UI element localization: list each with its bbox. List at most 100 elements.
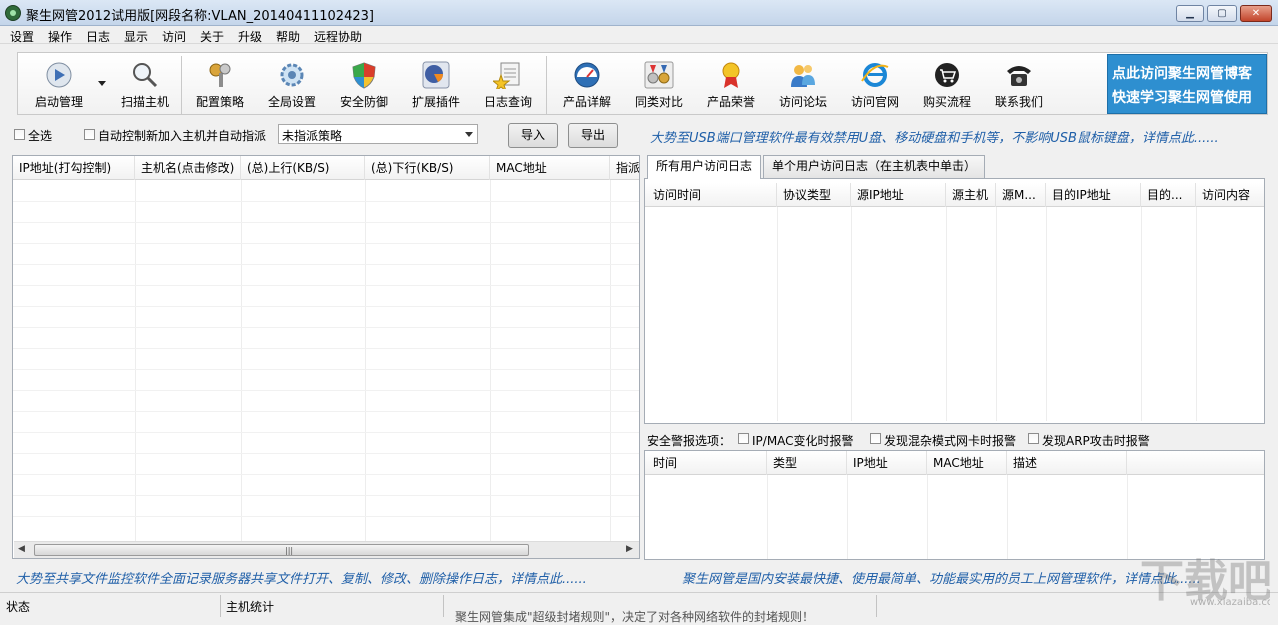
shield-icon bbox=[352, 62, 376, 89]
grid-line bbox=[13, 411, 639, 412]
col-ip-address[interactable]: IP地址(打勾控制) bbox=[13, 156, 135, 180]
grid-line bbox=[13, 243, 639, 244]
auto-control-checkbox[interactable] bbox=[84, 129, 95, 140]
col-alarm-ip[interactable]: IP地址 bbox=[847, 451, 927, 475]
col-dest-port[interactable]: 目的... bbox=[1141, 183, 1196, 207]
scroll-right-icon[interactable]: ▶ bbox=[626, 544, 633, 554]
col-access-content[interactable]: 访问内容 bbox=[1196, 183, 1264, 207]
product-honors-button[interactable]: 产品荣誉 bbox=[700, 59, 762, 113]
col-assign[interactable]: 指派 bbox=[610, 156, 639, 180]
ip-mac-change-checkbox[interactable] bbox=[738, 433, 749, 444]
grid-line bbox=[1007, 475, 1008, 559]
usb-promo-link[interactable]: 大势至USB端口管理软件最有效禁用U盘、移动硬盘和手机等，不影响USB鼠标键盘，… bbox=[650, 127, 1219, 146]
grid-line bbox=[13, 516, 639, 517]
col-alarm-mac[interactable]: MAC地址 bbox=[927, 451, 1007, 475]
menu-access[interactable]: 访问 bbox=[162, 28, 186, 45]
grid-line bbox=[490, 180, 491, 542]
grid-line bbox=[365, 180, 366, 542]
start-management-button[interactable]: 启动管理 bbox=[28, 59, 90, 113]
users-icon bbox=[791, 65, 815, 87]
dropdown-arrow-icon[interactable] bbox=[98, 81, 106, 86]
promo-line-2: 快速学习聚生网管使用 bbox=[1112, 90, 1252, 106]
scrollbar-thumb[interactable]: ||| bbox=[34, 544, 529, 556]
col-upload[interactable]: (总)上行(KB/S) bbox=[241, 156, 365, 180]
plugin-icon bbox=[422, 61, 450, 89]
menu-about[interactable]: 关于 bbox=[200, 28, 224, 45]
status-separator bbox=[443, 595, 444, 617]
col-protocol[interactable]: 协议类型 bbox=[777, 183, 851, 207]
col-mac-address[interactable]: MAC地址 bbox=[490, 156, 610, 180]
grid-line bbox=[946, 207, 947, 421]
visit-website-button[interactable]: 访问官网 bbox=[844, 59, 906, 113]
visit-website-label: 访问官网 bbox=[850, 95, 899, 109]
col-source-host[interactable]: 源主机 bbox=[946, 183, 996, 207]
select-all-label: 全选 bbox=[28, 129, 53, 143]
menu-display[interactable]: 显示 bbox=[124, 28, 148, 45]
contact-us-button[interactable]: 联系我们 bbox=[988, 59, 1050, 113]
log-query-button[interactable]: 日志查询 bbox=[478, 59, 538, 113]
status-bar: 状态 主机统计 聚生网管集成"超级封堵规则"，决定了对各种网络软件的封堵规则！ bbox=[0, 592, 1278, 624]
tab-all-users-log[interactable]: 所有用户访问日志 bbox=[647, 155, 762, 179]
magnifier-icon bbox=[133, 63, 158, 88]
menu-operation[interactable]: 操作 bbox=[48, 28, 72, 45]
window-title: 聚生网管2012试用版[网段名称:VLAN_20140411102423] bbox=[26, 9, 374, 24]
import-button[interactable]: 导入 bbox=[508, 123, 558, 148]
visit-forum-label: 访问论坛 bbox=[778, 95, 827, 109]
scroll-left-icon[interactable]: ◀ bbox=[18, 544, 25, 554]
security-defense-button[interactable]: 安全防御 bbox=[334, 59, 394, 113]
col-alarm-description[interactable]: 描述 bbox=[1007, 451, 1127, 475]
col-alarm-time[interactable]: 时间 bbox=[647, 451, 767, 475]
grid-line bbox=[847, 475, 848, 559]
col-hostname[interactable]: 主机名(点击修改) bbox=[135, 156, 241, 180]
watermark-logo: 下载吧 www.xiazaiba.com bbox=[1140, 545, 1270, 615]
menu-remote-assist[interactable]: 远程协助 bbox=[314, 28, 362, 45]
select-all-checkbox[interactable] bbox=[14, 129, 25, 140]
grid-line bbox=[927, 475, 928, 559]
tab-single-user-log[interactable]: 单个用户访问日志（在主机表中单击） bbox=[763, 155, 986, 178]
minimize-button[interactable]: ▁ bbox=[1176, 5, 1204, 22]
start-management-label: 启动管理 bbox=[34, 95, 83, 109]
auto-control-label: 自动控制新加入主机并自动指派 bbox=[98, 129, 267, 143]
arp-attack-checkbox[interactable] bbox=[1028, 433, 1039, 444]
export-button[interactable]: 导出 bbox=[568, 123, 618, 148]
status-separator bbox=[876, 595, 877, 617]
status-separator bbox=[220, 595, 221, 617]
grid-line bbox=[1196, 207, 1197, 421]
extension-plugins-button[interactable]: 扩展插件 bbox=[406, 59, 466, 113]
product-promo-link[interactable]: 聚生网管是国内安装最快捷、使用最简单、功能最实用的员工上网管理软件，详情点此..… bbox=[682, 568, 1201, 587]
menu-upgrade[interactable]: 升级 bbox=[238, 28, 262, 45]
comparison-button[interactable]: 同类对比 bbox=[628, 59, 690, 113]
col-dest-ip[interactable]: 目的IP地址 bbox=[1046, 183, 1141, 207]
promiscuous-nic-checkbox[interactable] bbox=[870, 433, 881, 444]
policy-select[interactable]: 未指派策略 bbox=[278, 124, 478, 144]
grid-line bbox=[13, 369, 639, 370]
visit-forum-button[interactable]: 访问论坛 bbox=[772, 59, 834, 113]
col-source-mac[interactable]: 源M... bbox=[996, 183, 1046, 207]
col-source-ip[interactable]: 源IP地址 bbox=[851, 183, 946, 207]
menu-settings[interactable]: 设置 bbox=[10, 28, 34, 45]
chevron-down-icon bbox=[465, 132, 473, 137]
title-bar: 聚生网管2012试用版[网段名称:VLAN_20140411102423] ▁ … bbox=[0, 0, 1278, 26]
host-table-hscrollbar[interactable]: ◀ ||| ▶ bbox=[14, 541, 639, 558]
scan-hosts-button[interactable]: 扫描主机 bbox=[116, 59, 174, 113]
purchase-process-button[interactable]: 购买流程 bbox=[916, 59, 978, 113]
scan-hosts-label: 扫描主机 bbox=[120, 95, 169, 109]
gear-icon bbox=[280, 63, 304, 87]
close-button[interactable]: ✕ bbox=[1240, 5, 1272, 22]
grid-line bbox=[13, 432, 639, 433]
product-details-button[interactable]: 产品详解 bbox=[556, 59, 618, 113]
grid-line bbox=[13, 264, 639, 265]
maximize-button[interactable]: ▢ bbox=[1207, 5, 1237, 22]
col-access-time[interactable]: 访问时间 bbox=[647, 183, 777, 207]
col-download[interactable]: (总)下行(KB/S) bbox=[365, 156, 490, 180]
col-alarm-type[interactable]: 类型 bbox=[767, 451, 847, 475]
menu-help[interactable]: 帮助 bbox=[276, 28, 300, 45]
global-settings-button[interactable]: 全局设置 bbox=[262, 59, 322, 113]
config-policy-button[interactable]: 配置策略 bbox=[190, 59, 250, 113]
grid-line bbox=[13, 495, 639, 496]
host-table: IP地址(打勾控制) 主机名(点击修改) (总)上行(KB/S) (总)下行(K… bbox=[12, 155, 640, 559]
share-monitor-promo-link[interactable]: 大势至共享文件监控软件全面记录服务器共享文件打开、复制、修改、删除操作日志，详情… bbox=[16, 568, 587, 587]
menu-log[interactable]: 日志 bbox=[86, 28, 110, 45]
config-policy-label: 配置策略 bbox=[195, 95, 244, 109]
blog-promo-banner[interactable]: 点此访问聚生网管博客 快速学习聚生网管使用 bbox=[1107, 54, 1267, 114]
